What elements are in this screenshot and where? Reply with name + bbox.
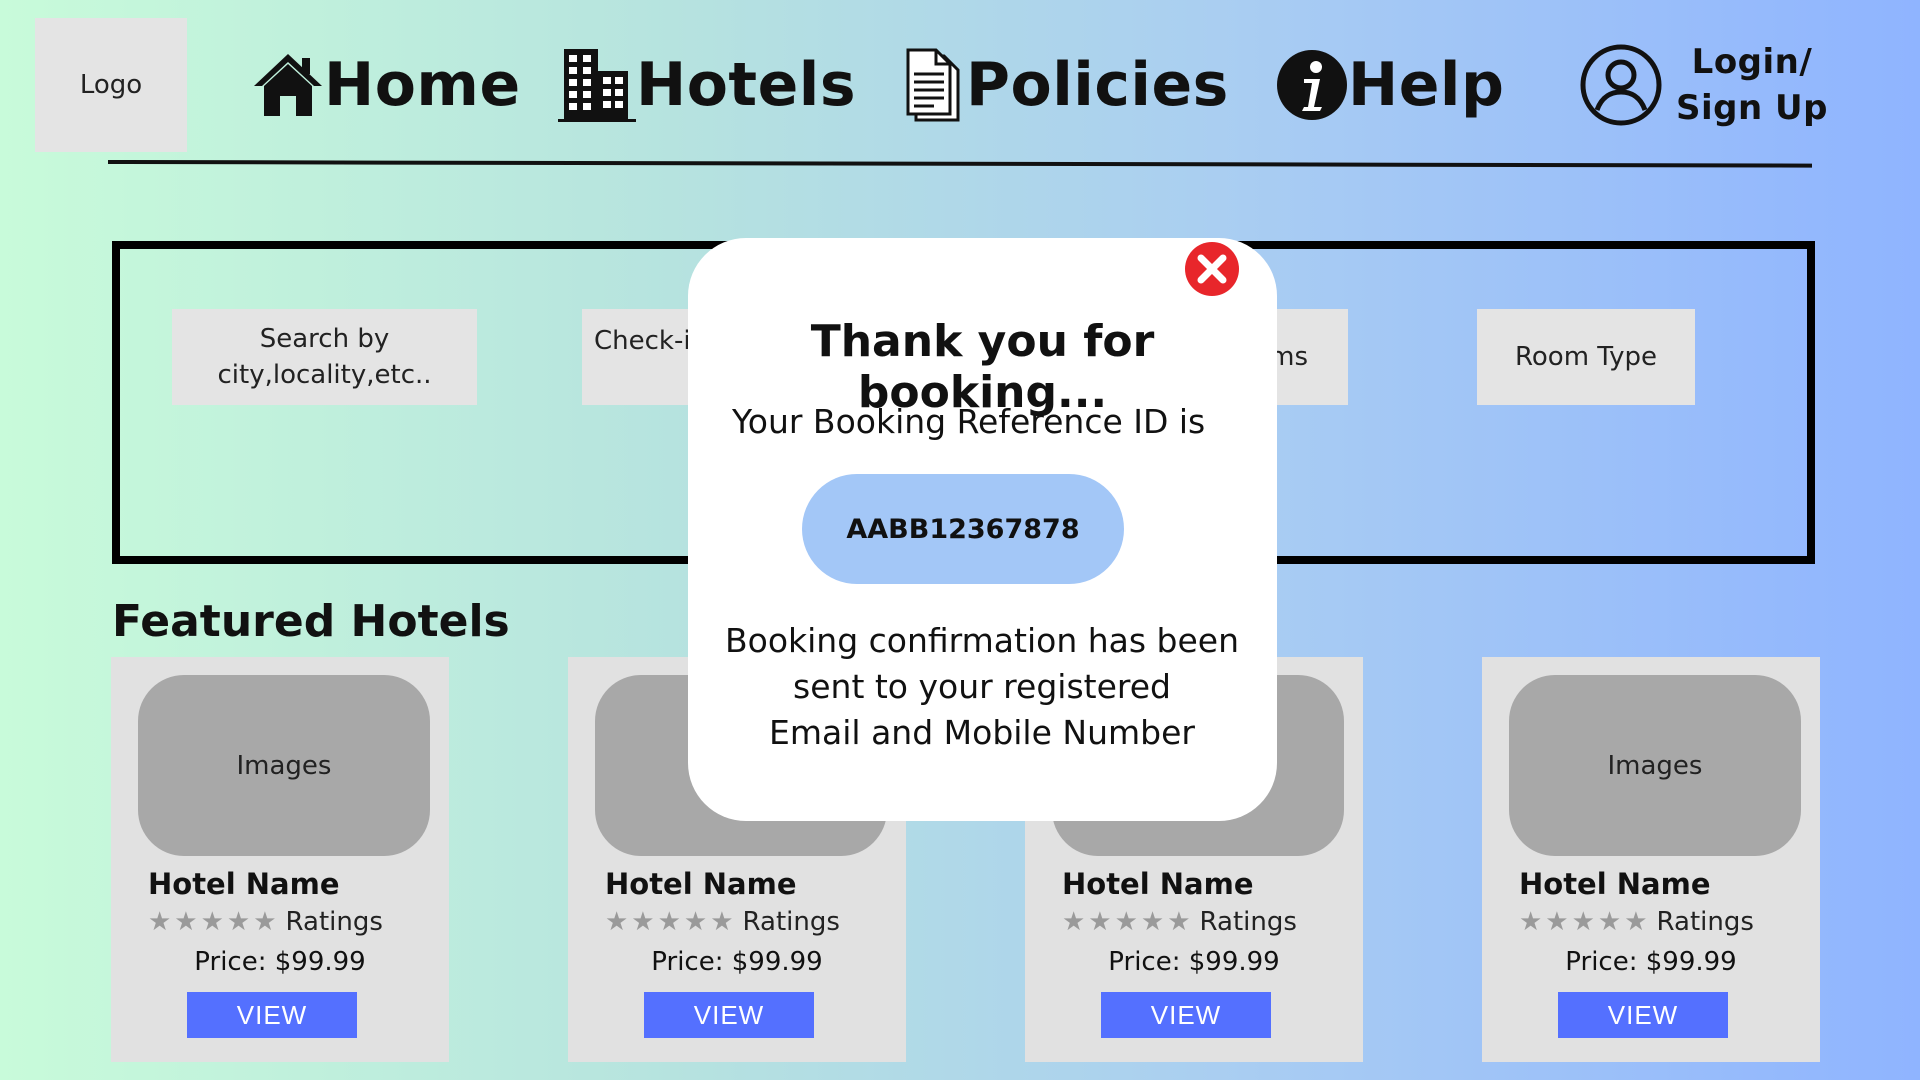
- hotel-card[interactable]: Images Hotel Name ★★★★★ Ratings Price: $…: [1482, 657, 1820, 1062]
- rating-label: Ratings: [1199, 907, 1297, 937]
- hotel-name: Hotel Name: [148, 867, 340, 901]
- rating-label: Ratings: [285, 907, 383, 937]
- document-icon: [904, 48, 966, 122]
- user-icon: [1580, 44, 1662, 126]
- logo-label: Logo: [79, 70, 143, 100]
- featured-hotels-title: Featured Hotels: [112, 596, 510, 647]
- building-icon: [558, 47, 636, 123]
- logo[interactable]: Logo: [35, 18, 187, 152]
- hotel-price: Price: $99.99: [1565, 947, 1737, 977]
- info-icon: [1276, 49, 1348, 121]
- modal-subtitle: Your Booking Reference ID is: [732, 402, 1206, 441]
- booking-confirmation-modal: Thank you for booking... Your Booking Re…: [688, 238, 1277, 821]
- rating-label: Ratings: [742, 907, 840, 937]
- hotel-rating: ★★★★★ Ratings: [1062, 907, 1297, 937]
- hotel-rating: ★★★★★ Ratings: [148, 907, 383, 937]
- nav-home-label: Home: [324, 50, 521, 120]
- hotel-price: Price: $99.99: [1108, 947, 1280, 977]
- nav-hotels[interactable]: Hotels: [558, 40, 856, 130]
- confirmation-message: Booking confirmation has been sent to yo…: [724, 621, 1240, 752]
- star-icons: ★★★★★: [148, 907, 280, 937]
- nav-login-label: Login/ Sign Up: [1676, 42, 1828, 128]
- star-icons: ★★★★★: [1519, 907, 1651, 937]
- hotel-image[interactable]: Images: [1509, 675, 1801, 856]
- hotel-card[interactable]: Images Hotel Name ★★★★★ Ratings Price: $…: [111, 657, 449, 1062]
- rating-label: Ratings: [1656, 907, 1754, 937]
- nav-home[interactable]: Home: [252, 40, 521, 130]
- location-search-input[interactable]: Search by city,locality,etc..: [172, 309, 477, 405]
- hotel-name: Hotel Name: [605, 867, 797, 901]
- star-icons: ★★★★★: [1062, 907, 1194, 937]
- view-button[interactable]: VIEW: [187, 992, 357, 1038]
- nav-login[interactable]: Login/ Sign Up: [1580, 40, 1828, 130]
- hotel-rating: ★★★★★ Ratings: [1519, 907, 1754, 937]
- hotel-price: Price: $99.99: [651, 947, 823, 977]
- nav-hotels-label: Hotels: [636, 50, 857, 120]
- hotel-image[interactable]: Images: [138, 675, 430, 856]
- room-type-select[interactable]: Room Type: [1477, 309, 1695, 405]
- hotel-name: Hotel Name: [1062, 867, 1254, 901]
- star-icons: ★★★★★: [605, 907, 737, 937]
- nav-help-label: Help: [1348, 50, 1505, 120]
- hotel-name: Hotel Name: [1519, 867, 1711, 901]
- view-button[interactable]: VIEW: [644, 992, 814, 1038]
- view-button[interactable]: VIEW: [1101, 992, 1271, 1038]
- home-icon: [252, 52, 324, 118]
- booking-reference-id: AABB12367878: [802, 474, 1124, 584]
- nav-policies[interactable]: Policies: [904, 40, 1229, 130]
- header-divider: [107, 160, 1813, 168]
- view-button[interactable]: VIEW: [1558, 992, 1728, 1038]
- hotel-rating: ★★★★★ Ratings: [605, 907, 840, 937]
- nav-help[interactable]: Help: [1276, 40, 1504, 130]
- nav-policies-label: Policies: [966, 50, 1229, 120]
- close-icon[interactable]: [1181, 238, 1243, 300]
- hotel-price: Price: $99.99: [194, 947, 366, 977]
